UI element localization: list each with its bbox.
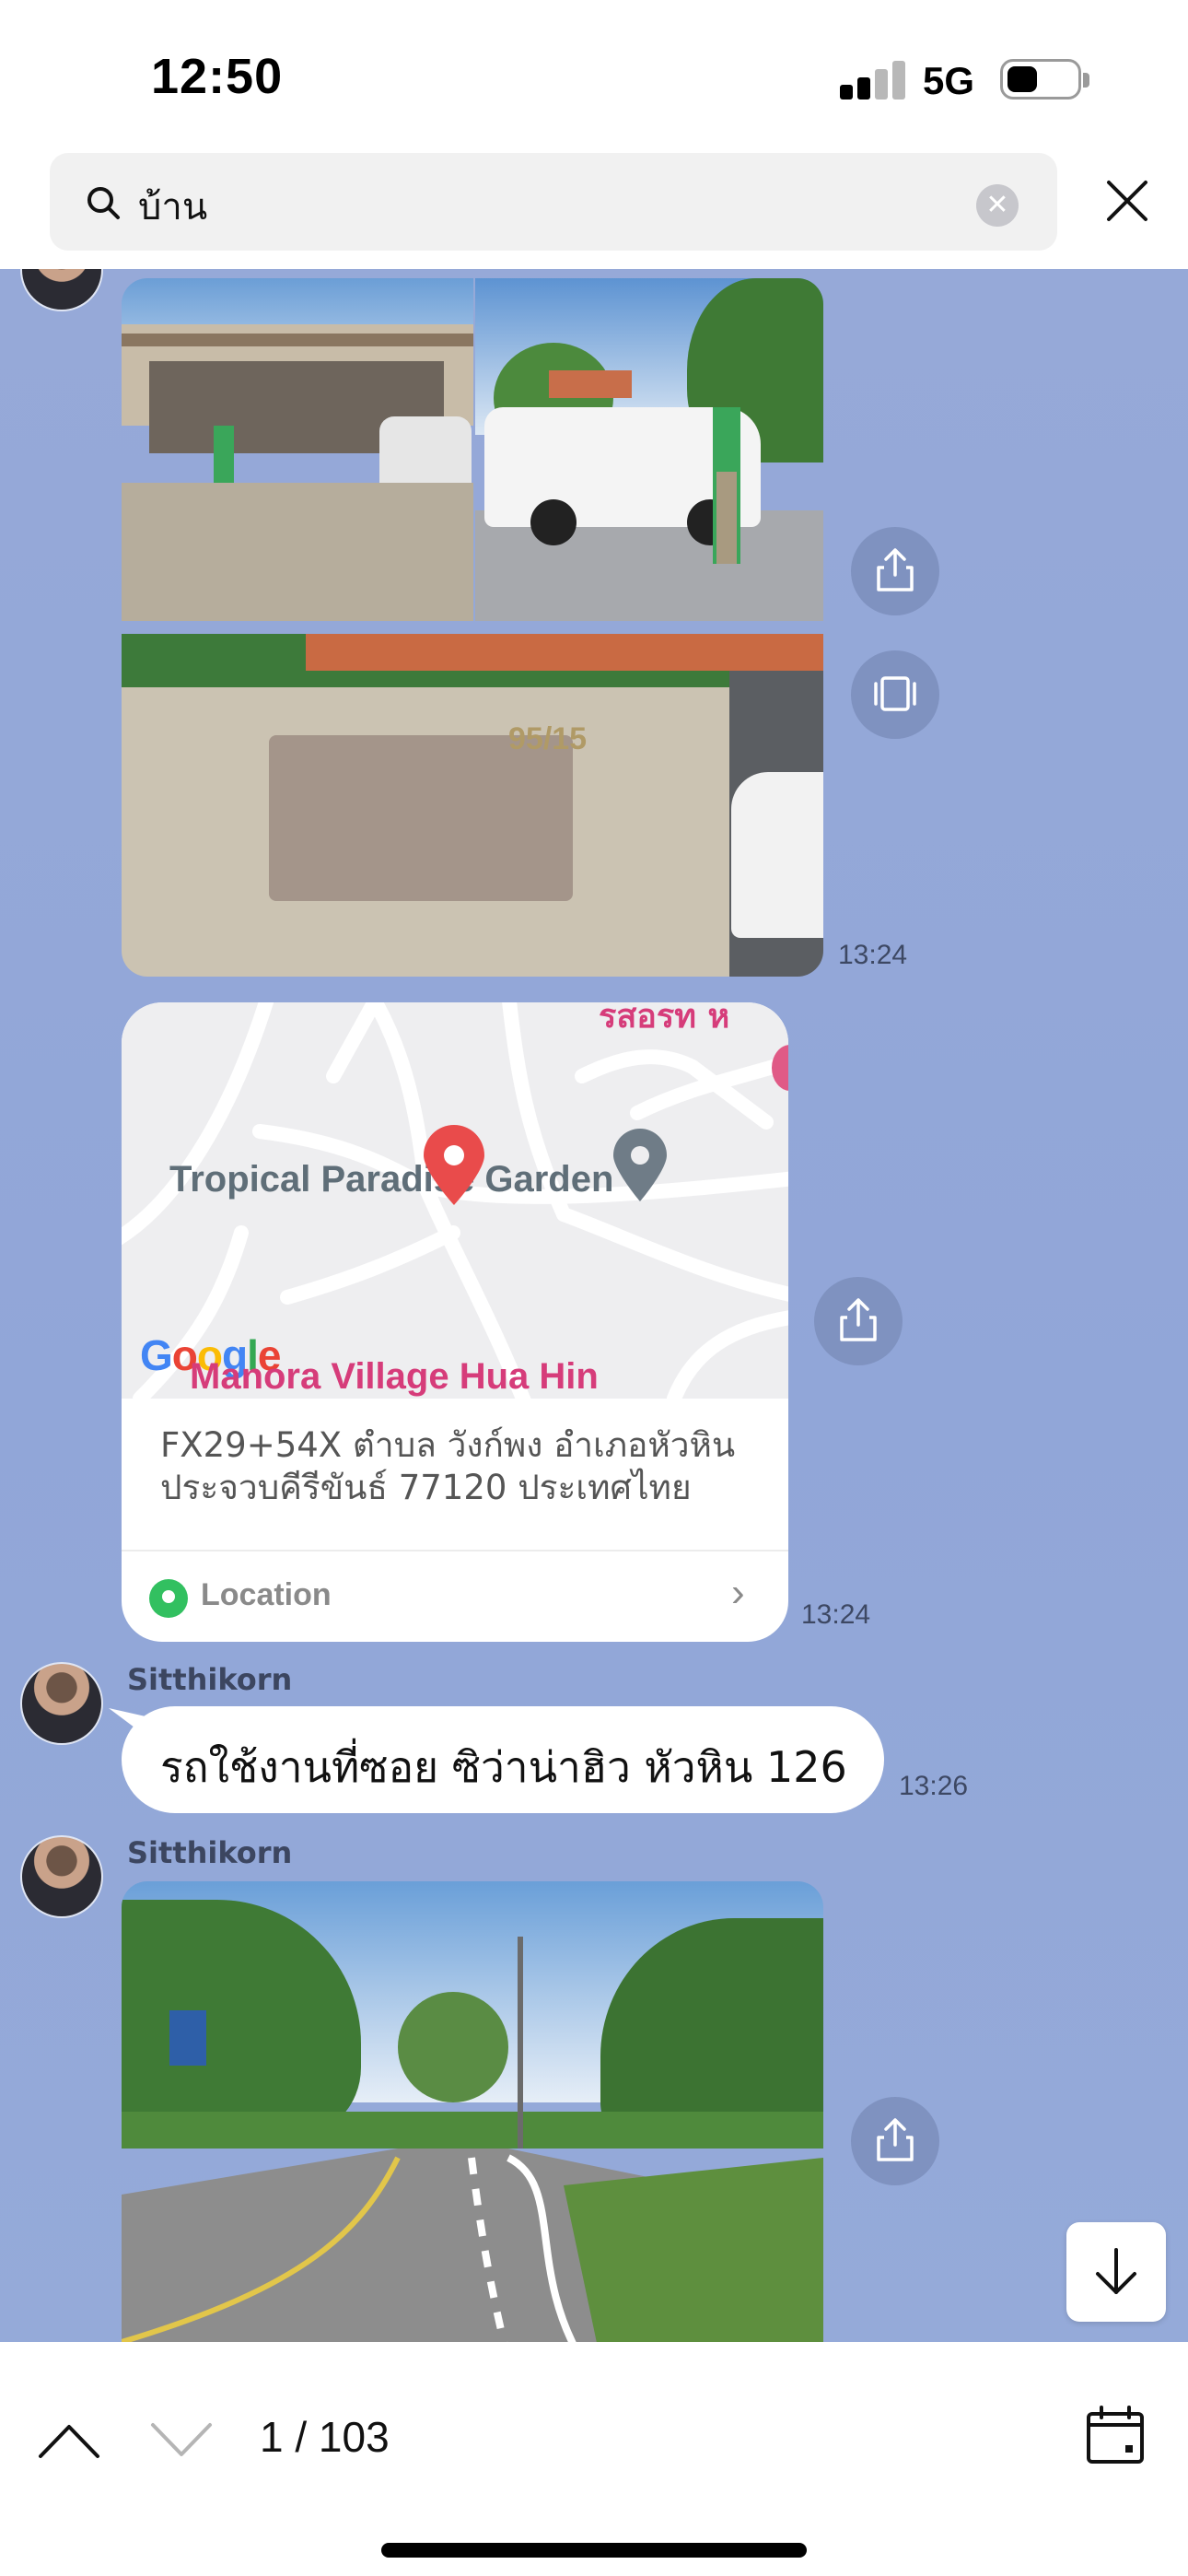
map-poi-pin-icon [613, 1129, 667, 1201]
map-preview[interactable]: รสอรท ห Tropical Paradise Garden Google … [122, 1002, 788, 1399]
avatar[interactable] [20, 269, 103, 311]
signal-strength-icon [840, 61, 906, 100]
search-results-navigator: 1 / 103 [0, 2342, 1188, 2576]
arrow-down-icon [1096, 2248, 1136, 2294]
share-button[interactable] [851, 527, 939, 615]
map-label-top: รสอรท ห [599, 1002, 730, 1036]
location-label: Location [201, 1577, 332, 1612]
house-number-plate: 95/15 [508, 721, 588, 756]
previous-result-button[interactable] [37, 2419, 101, 2460]
scroll-to-bottom-button[interactable] [1066, 2222, 1166, 2322]
share-icon [877, 548, 914, 591]
message-bubble[interactable]: รถใช้งานที่ซอย ซิว่าน่าฮิว หัวหิน 126 [122, 1706, 884, 1813]
photo-thumbnail[interactable] [122, 1881, 823, 2342]
message-timestamp: 13:24 [838, 940, 908, 970]
search-field[interactable]: บ้าน ✕ [50, 153, 1057, 251]
share-icon [877, 2118, 914, 2161]
chat-area[interactable]: 95/15 13:24 รสอรท ห Tropical Paradise Ga… [0, 269, 1188, 2342]
photo-thumbnail[interactable] [475, 278, 823, 621]
next-result-button[interactable] [149, 2419, 214, 2460]
location-address: FX29+54X ตำบล วังก์พง อำเภอหัวหิน ประจวบ… [160, 1425, 736, 1507]
sender-name: Sitthikorn [127, 1662, 293, 1697]
network-type: 5G [923, 59, 975, 102]
share-button[interactable] [814, 1277, 903, 1365]
location-pin-icon [149, 1579, 188, 1618]
location-card[interactable]: รสอรท ห Tropical Paradise Garden Google … [122, 1002, 788, 1642]
close-icon[interactable] [1101, 175, 1153, 227]
share-button[interactable] [851, 2097, 939, 2185]
message-timestamp: 13:26 [899, 1771, 969, 1801]
message-text: รถใช้งานที่ซอย ซิว่าน่าฮิว หัวหิน 126 [160, 1742, 847, 1792]
status-bar: 12:50 5G [0, 0, 1188, 147]
status-time: 12:50 [151, 49, 284, 104]
album-view-button[interactable] [851, 650, 939, 739]
battery-icon [1000, 59, 1089, 100]
road-scene [122, 1937, 823, 2342]
result-counter: 1 / 103 [260, 2413, 390, 2461]
avatar[interactable] [20, 1662, 103, 1745]
map-place-label: Tropical Paradise Garden [169, 1159, 614, 1200]
search-icon [87, 187, 120, 219]
album-icon [874, 676, 916, 711]
map-pin-icon [424, 1125, 484, 1205]
location-link[interactable]: Location › [122, 1551, 788, 1642]
home-indicator[interactable] [381, 2543, 807, 2558]
calendar-icon[interactable] [1085, 2405, 1146, 2465]
search-input[interactable]: บ้าน [138, 177, 207, 236]
photo-thumbnail[interactable]: 95/15 [122, 634, 823, 977]
avatar[interactable] [20, 1835, 103, 1918]
map-village-label: Manora Village Hua Hin [190, 1356, 599, 1397]
clear-icon[interactable]: ✕ [976, 184, 1019, 227]
photo-thumbnail[interactable] [122, 278, 473, 621]
search-header: บ้าน ✕ [0, 147, 1188, 269]
sender-name: Sitthikorn [127, 1835, 293, 1870]
chevron-right-icon: › [731, 1570, 745, 1615]
share-icon [840, 1298, 877, 1341]
message-timestamp: 13:24 [801, 1599, 871, 1630]
